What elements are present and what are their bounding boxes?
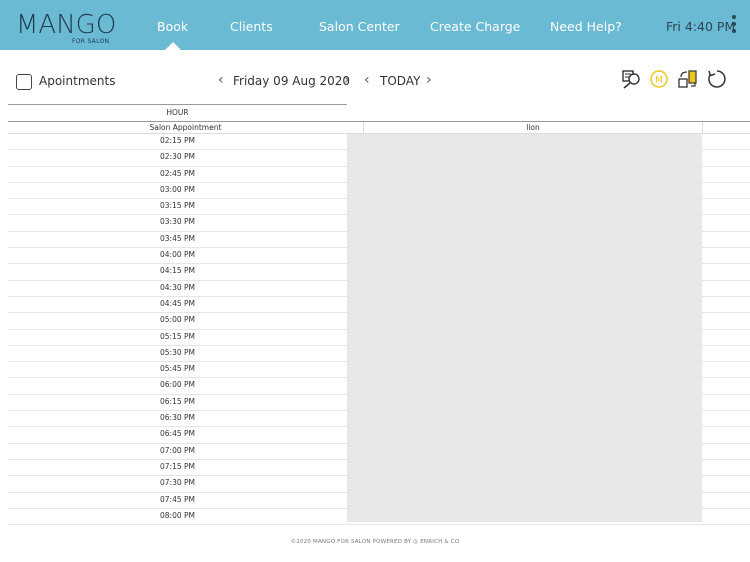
mango-logo[interactable]: MANGO FOR SALON	[16, 10, 117, 45]
logo-text: MANGO	[16, 10, 117, 40]
footer-brand: ENRICH & CO	[420, 539, 460, 545]
time-label: 07:45 PM	[160, 494, 195, 504]
time-label: 06:00 PM	[160, 380, 195, 390]
clock: Fri 4:40 PM	[666, 19, 736, 34]
column-header-row: Salon Appointment lion	[8, 121, 750, 134]
time-label: 03:00 PM	[160, 184, 195, 194]
time-label: 04:00 PM	[160, 250, 195, 260]
footer-copyright: ©2020 MANGO FOR SALON POWERED BY	[290, 539, 412, 545]
time-label: 05:15 PM	[160, 331, 195, 341]
calendar-edit-icon	[16, 74, 32, 90]
previous-day-button[interactable]: ‹	[218, 72, 224, 88]
footer: ©2020 MANGO FOR SALON POWERED BY ◎ ENRIC…	[0, 539, 750, 545]
time-label: 04:15 PM	[160, 266, 195, 276]
column-divider	[702, 122, 703, 134]
nav-salon-center[interactable]: Salon Center	[319, 19, 400, 34]
nav-book[interactable]: Book	[157, 19, 188, 34]
today-button[interactable]: TODAY	[380, 74, 420, 88]
time-label: 05:00 PM	[160, 315, 195, 325]
section-title: Apointments	[39, 74, 116, 88]
time-label: 06:45 PM	[160, 429, 195, 439]
time-label: 06:30 PM	[160, 413, 195, 423]
staff-unavailable-block[interactable]	[347, 134, 702, 522]
logo-subtitle: FOR SALON	[72, 38, 110, 45]
schedule-toolbar: Apointments ‹ Friday 09 Aug 2020 › ‹ TOD…	[0, 60, 750, 102]
time-label: 02:30 PM	[160, 152, 195, 162]
top-navigation-bar: MANGO FOR SALON Book Clients Salon Cente…	[0, 0, 750, 50]
search-list-icon[interactable]	[620, 68, 642, 90]
more-vertical-icon[interactable]	[731, 15, 737, 37]
hour-header: HOUR	[8, 104, 347, 118]
time-label: 07:00 PM	[160, 445, 195, 455]
today-prev-button[interactable]: ‹	[364, 72, 370, 88]
time-label: 03:30 PM	[160, 217, 195, 227]
member-m-icon[interactable]: M	[648, 68, 670, 90]
time-label: 03:15 PM	[160, 201, 195, 211]
column-header-salon-appointment: Salon Appointment	[149, 123, 222, 132]
time-label: 05:30 PM	[160, 347, 195, 357]
transfer-icon[interactable]	[677, 68, 699, 90]
today-next-button[interactable]: ›	[426, 72, 432, 88]
time-label: 05:45 PM	[160, 364, 195, 374]
current-date[interactable]: Friday 09 Aug 2020	[233, 74, 350, 88]
nav-need-help[interactable]: Need Help?	[550, 19, 622, 34]
time-label: 02:15 PM	[160, 136, 195, 145]
svg-text:M: M	[655, 76, 663, 86]
active-nav-indicator	[165, 42, 181, 50]
time-label: 06:15 PM	[160, 396, 195, 406]
column-header-staff[interactable]: lion	[364, 122, 702, 134]
time-label: 04:45 PM	[160, 298, 195, 308]
time-label: 04:30 PM	[160, 282, 195, 292]
time-label: 03:45 PM	[160, 233, 195, 243]
next-day-button[interactable]: ›	[344, 72, 350, 88]
nav-create-charge[interactable]: Create Charge	[430, 19, 520, 34]
refresh-icon[interactable]	[706, 68, 728, 90]
time-label: 07:15 PM	[160, 461, 195, 471]
enrich-logo-icon: ◎	[413, 539, 419, 545]
nav-clients[interactable]: Clients	[230, 19, 273, 34]
time-label: 08:00 PM	[160, 510, 195, 520]
time-label: 02:45 PM	[160, 168, 195, 178]
time-label: 07:30 PM	[160, 478, 195, 488]
